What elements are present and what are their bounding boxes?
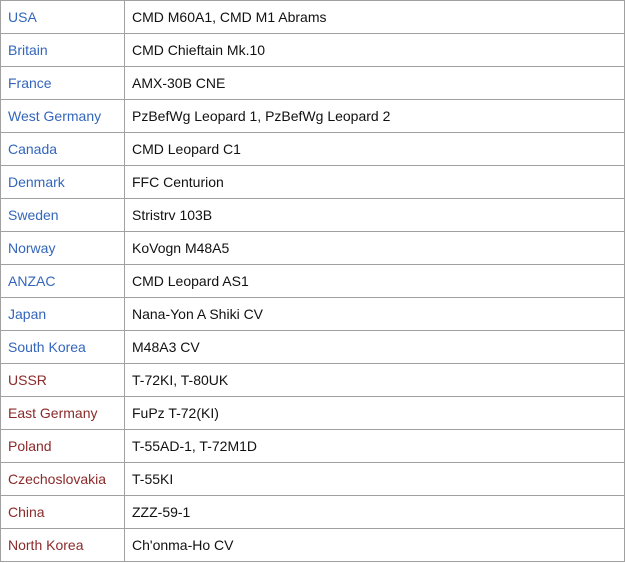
- vehicle-cell: T-55KI: [124, 462, 625, 496]
- vehicle-cell: ZZZ-59-1: [124, 495, 625, 529]
- table-row: West Germany PzBefWg Leopard 1, PzBefWg …: [0, 99, 625, 133]
- table-row: China ZZZ-59-1: [0, 495, 625, 529]
- vehicle-cell: AMX-30B CNE: [124, 66, 625, 100]
- country-link[interactable]: Poland: [8, 438, 52, 454]
- country-link[interactable]: USSR: [8, 372, 47, 388]
- table-row: Sweden Stristrv 103B: [0, 198, 625, 232]
- table-row: ANZAC CMD Leopard AS1: [0, 264, 625, 298]
- country-cell: West Germany: [0, 99, 125, 133]
- vehicle-cell: Nana-Yon A Shiki CV: [124, 297, 625, 331]
- table-row: North Korea Ch'onma-Ho CV: [0, 528, 625, 562]
- country-link[interactable]: China: [8, 504, 45, 520]
- country-cell: France: [0, 66, 125, 100]
- country-cell: Czechoslovakia: [0, 462, 125, 496]
- table-row: South Korea M48A3 CV: [0, 330, 625, 364]
- vehicle-cell: Stristrv 103B: [124, 198, 625, 232]
- table-body: USA CMD M60A1, CMD M1 Abrams Britain CMD…: [0, 0, 625, 562]
- table-row: USSR T-72KI, T-80UK: [0, 363, 625, 397]
- country-cell: Britain: [0, 33, 125, 67]
- table-row: Britain CMD Chieftain Mk.10: [0, 33, 625, 67]
- table-row: Canada CMD Leopard C1: [0, 132, 625, 166]
- vehicle-cell: Ch'onma-Ho CV: [124, 528, 625, 562]
- vehicle-cell: KoVogn M48A5: [124, 231, 625, 265]
- country-cell: USSR: [0, 363, 125, 397]
- table-row: East Germany FuPz T-72(KI): [0, 396, 625, 430]
- country-cell: Canada: [0, 132, 125, 166]
- country-cell: Denmark: [0, 165, 125, 199]
- country-link[interactable]: Canada: [8, 141, 57, 157]
- country-link[interactable]: North Korea: [8, 537, 83, 553]
- country-cell: Norway: [0, 231, 125, 265]
- country-link[interactable]: South Korea: [8, 339, 86, 355]
- country-cell: ANZAC: [0, 264, 125, 298]
- country-link[interactable]: Denmark: [8, 174, 65, 190]
- country-link[interactable]: ANZAC: [8, 273, 55, 289]
- country-cell: Sweden: [0, 198, 125, 232]
- country-vehicle-table: USA CMD M60A1, CMD M1 Abrams Britain CMD…: [0, 0, 625, 562]
- vehicle-cell: CMD M60A1, CMD M1 Abrams: [124, 0, 625, 34]
- country-link[interactable]: Sweden: [8, 207, 59, 223]
- country-cell: USA: [0, 0, 125, 34]
- country-cell: Poland: [0, 429, 125, 463]
- vehicle-cell: PzBefWg Leopard 1, PzBefWg Leopard 2: [124, 99, 625, 133]
- vehicle-cell: FuPz T-72(KI): [124, 396, 625, 430]
- table-row: Japan Nana-Yon A Shiki CV: [0, 297, 625, 331]
- vehicle-cell: FFC Centurion: [124, 165, 625, 199]
- vehicle-cell: T-55AD-1, T-72M1D: [124, 429, 625, 463]
- table-row: Poland T-55AD-1, T-72M1D: [0, 429, 625, 463]
- table-row: Norway KoVogn M48A5: [0, 231, 625, 265]
- vehicle-cell: T-72KI, T-80UK: [124, 363, 625, 397]
- country-cell: South Korea: [0, 330, 125, 364]
- vehicle-cell: CMD Chieftain Mk.10: [124, 33, 625, 67]
- table-row: Czechoslovakia T-55KI: [0, 462, 625, 496]
- country-cell: North Korea: [0, 528, 125, 562]
- country-link[interactable]: Czechoslovakia: [8, 471, 106, 487]
- country-link[interactable]: West Germany: [8, 108, 101, 124]
- vehicle-cell: CMD Leopard C1: [124, 132, 625, 166]
- vehicle-cell: M48A3 CV: [124, 330, 625, 364]
- country-cell: Japan: [0, 297, 125, 331]
- country-link[interactable]: Britain: [8, 42, 48, 58]
- country-link[interactable]: Norway: [8, 240, 55, 256]
- country-link[interactable]: East Germany: [8, 405, 97, 421]
- country-link[interactable]: USA: [8, 9, 37, 25]
- country-cell: China: [0, 495, 125, 529]
- table-row: France AMX-30B CNE: [0, 66, 625, 100]
- country-cell: East Germany: [0, 396, 125, 430]
- table-row: USA CMD M60A1, CMD M1 Abrams: [0, 0, 625, 34]
- vehicle-cell: CMD Leopard AS1: [124, 264, 625, 298]
- country-link[interactable]: Japan: [8, 306, 46, 322]
- table-row: Denmark FFC Centurion: [0, 165, 625, 199]
- country-link[interactable]: France: [8, 75, 52, 91]
